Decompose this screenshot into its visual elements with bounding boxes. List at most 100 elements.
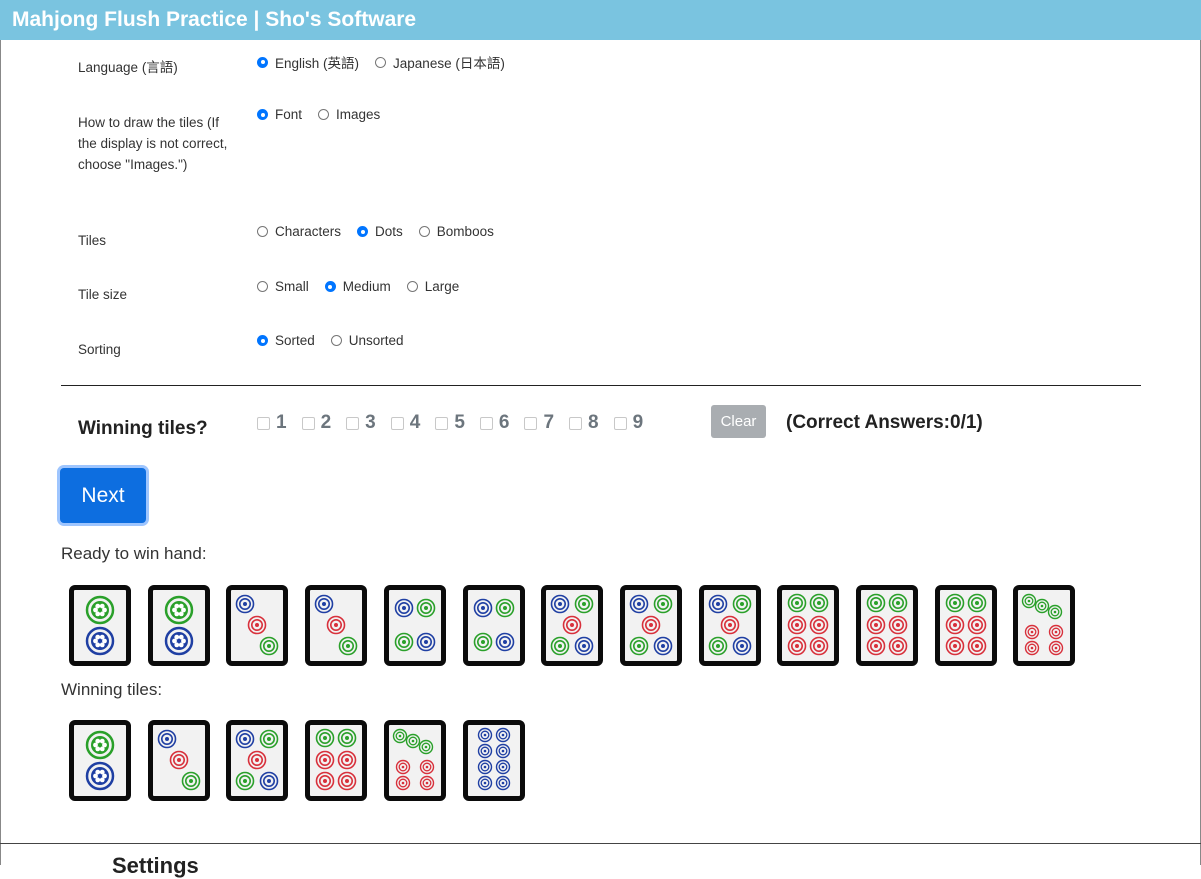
size-option-large[interactable]: Large: [406, 279, 460, 294]
dot-circle: [809, 636, 829, 656]
dot-circle: [477, 727, 492, 743]
language-options: English (英語) Japanese (日本語): [257, 52, 521, 72]
dot-circle: [629, 594, 649, 614]
dot-circle: [260, 771, 279, 791]
answer-checkbox-3[interactable]: 3: [346, 412, 376, 434]
language-option-english[interactable]: English (英語): [257, 52, 359, 72]
checkbox[interactable]: [524, 416, 538, 430]
size-option-medium[interactable]: Medium: [324, 279, 391, 294]
radio-button[interactable]: [257, 56, 268, 68]
dot-circle: [164, 595, 193, 625]
dot-circle: [260, 636, 279, 656]
dot-circle: [495, 727, 510, 743]
mahjong-tile-dots-7: [383, 720, 446, 801]
dot-circle: [314, 594, 334, 614]
dot-circle: [495, 598, 514, 618]
dot-circle: [641, 615, 661, 635]
dots-3-icon: [314, 594, 358, 656]
answer-checkbox-9[interactable]: 9: [613, 412, 644, 434]
mahjong-tile-dots-6: [856, 585, 918, 666]
radio-button[interactable]: [324, 281, 336, 292]
answer-checkbox-2[interactable]: 2: [301, 412, 331, 434]
dot-circle: [337, 750, 357, 770]
radio-button[interactable]: [418, 226, 430, 237]
checkbox[interactable]: [346, 416, 360, 430]
dot-circle: [477, 743, 492, 759]
radio-button[interactable]: [357, 226, 369, 237]
radio-button[interactable]: [257, 335, 268, 346]
dot-circle: [653, 594, 673, 614]
mahjong-tile-dots-3: [147, 720, 210, 801]
dots-6-icon: [866, 593, 908, 656]
dot-circle: [708, 636, 727, 656]
sorting-option-sorted[interactable]: Sorted: [257, 333, 315, 348]
checkbox[interactable]: [435, 416, 449, 430]
suit-option-bamboos[interactable]: Bomboos: [418, 224, 494, 239]
answer-checkbox-7[interactable]: 7: [524, 412, 554, 434]
answer-checkbox-5[interactable]: 5: [435, 412, 465, 434]
radio-button[interactable]: [330, 335, 342, 346]
dots-6-icon: [315, 728, 357, 791]
dot-circle: [1049, 640, 1064, 656]
dot-circle: [157, 729, 176, 749]
radio-button[interactable]: [257, 109, 268, 120]
checkbox-label: 9: [632, 412, 644, 433]
mahjong-tile-dots-2: [147, 585, 210, 666]
checkbox[interactable]: [569, 416, 583, 430]
tile-suit-options: Characters Dots Bomboos: [257, 224, 510, 239]
checkbox[interactable]: [479, 416, 493, 430]
checkbox[interactable]: [257, 416, 270, 430]
size-option-small[interactable]: Small: [257, 279, 309, 294]
checkbox[interactable]: [301, 416, 315, 430]
dot-circle: [416, 632, 436, 652]
tile-size-options: Small Medium Large: [257, 279, 475, 294]
mahjong-tile-dots-5: [541, 585, 604, 666]
dot-circle: [477, 775, 492, 791]
radio-button[interactable]: [257, 226, 268, 237]
checkbox[interactable]: [390, 416, 404, 430]
language-option-japanese[interactable]: Japanese (日本語): [375, 52, 505, 72]
sorting-label: Sorting: [78, 342, 121, 357]
checkbox-label: 4: [409, 412, 421, 433]
dot-circle: [945, 636, 964, 656]
mahjong-tile-dots-3: [226, 585, 289, 666]
dot-circle: [315, 771, 335, 791]
mahjong-tile-dots-5: [619, 585, 682, 666]
dot-circle: [574, 636, 594, 656]
radio-label: Bomboos: [436, 224, 494, 239]
dot-circle: [473, 632, 492, 652]
checkbox-label: 7: [543, 412, 555, 433]
dots-6-icon: [945, 593, 986, 656]
answer-checkbox-4[interactable]: 4: [390, 412, 421, 434]
dot-circle: [248, 750, 267, 770]
radio-button[interactable]: [318, 109, 330, 120]
dot-circle: [315, 750, 335, 770]
dot-circle: [967, 636, 986, 656]
clear-button[interactable]: Clear: [711, 405, 766, 438]
radio-button[interactable]: [257, 281, 268, 292]
answer-checkbox-6[interactable]: 6: [479, 412, 509, 434]
dot-circle: [787, 636, 807, 656]
dot-circle: [945, 615, 964, 635]
dot-circle: [260, 729, 279, 749]
sorting-option-unsorted[interactable]: Unsorted: [330, 333, 404, 348]
footer-divider: [0, 843, 1201, 844]
answer-checkbox-8[interactable]: 8: [569, 412, 599, 434]
suit-option-characters[interactable]: Characters: [257, 224, 341, 239]
next-button[interactable]: Next: [60, 468, 146, 523]
dots-7-icon: [1022, 593, 1064, 656]
answer-checkbox-1[interactable]: 1: [257, 412, 287, 434]
suit-option-dots[interactable]: Dots: [357, 224, 403, 239]
mahjong-tile-dots-2: [69, 720, 131, 801]
draw-option-font[interactable]: Font: [257, 107, 302, 122]
checkbox[interactable]: [613, 416, 627, 430]
mahjong-tile-dots-7: [1013, 585, 1076, 666]
dot-circle: [1022, 593, 1037, 609]
radio-button[interactable]: [406, 281, 418, 292]
radio-label: Large: [424, 279, 460, 294]
dots-4-icon: [473, 598, 514, 652]
draw-option-images[interactable]: Images: [318, 107, 380, 122]
radio-button[interactable]: [375, 56, 387, 68]
divider: [61, 385, 1141, 386]
mahjong-tile-dots-6: [777, 585, 840, 666]
